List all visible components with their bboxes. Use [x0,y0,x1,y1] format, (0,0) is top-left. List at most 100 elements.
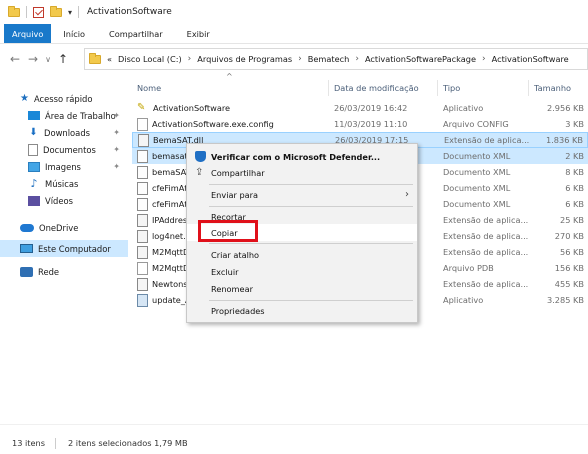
config-file-icon [137,117,148,131]
application-icon: ✎ [137,102,146,113]
navigation-bar: ← → ∨ ↑ « Disco Local (C:) › Arquivos de… [0,44,588,74]
navigation-pane: ★ Acesso rápido Área de Trabalho ✦ ⬇ Dow… [0,90,128,280]
dll-file-icon [138,133,149,147]
file-size: 455 KB [554,279,584,289]
file-type: Documento XML [443,151,511,161]
file-row[interactable]: ActivationSoftware.exe.config 11/03/2019… [132,116,588,132]
breadcrumb-activationsoftwarepackage[interactable]: ActivationSoftwarePackage [365,54,476,64]
file-type: Extensão de aplica... [444,135,530,145]
tab-arquivo[interactable]: Arquivo [4,24,52,43]
sidebar-item-label: Acesso rápido [33,93,93,104]
menu-item-label: Renomear [211,283,253,294]
sidebar-item-label: OneDrive [39,222,79,233]
chevron-right-icon: › [405,189,409,200]
file-size: 3.285 KB [546,295,584,305]
tab-exibir[interactable]: Exibir [175,24,222,43]
file-type: Extensão de aplica... [443,231,529,241]
address-overflow[interactable]: « [107,54,112,64]
file-size: 56 KB [559,247,584,257]
sidebar-item-musicas[interactable]: ♪ Músicas [0,175,128,192]
pin-icon: ✦ [113,128,120,137]
forward-arrow-icon[interactable]: → [24,52,42,66]
divider [78,6,80,18]
breadcrumb-activationsoftware[interactable]: ActivationSoftware [492,54,569,64]
pin-icon: ✦ [113,162,120,171]
chevron-right-icon[interactable]: › [355,54,359,64]
menu-separator [209,184,413,185]
share-icon: ⇪ [195,167,204,178]
customize-toolbar-icon[interactable]: ▾ [68,8,72,17]
recent-locations-chevron-icon[interactable]: ∨ [42,55,54,64]
highlight-box [198,220,258,242]
column-header-size[interactable]: Tamanho [534,80,571,96]
sidebar-item-acesso-rapido[interactable]: ★ Acesso rápido [0,90,128,107]
onedrive-icon [20,223,34,232]
sidebar-item-onedrive[interactable]: OneDrive [0,219,128,236]
menu-item-label: Verificar com o Microsoft Defender... [211,151,381,162]
sidebar-item-documentos[interactable]: Documentos ✦ [0,141,128,158]
column-header-type[interactable]: Tipo [443,80,460,96]
divider [26,6,27,18]
menu-item-label: Propriedades [211,305,265,316]
menu-item-criar-atalho[interactable]: Criar atalho [187,246,417,263]
file-row[interactable]: ✎ ActivationSoftware 26/03/2019 16:42 Apl… [132,100,588,116]
sidebar-item-rede[interactable]: Rede [0,263,128,280]
file-size: 2 KB [565,151,584,161]
breadcrumb-arquivos-de-programas[interactable]: Arquivos de Programas [197,54,292,64]
documents-icon [28,143,38,156]
download-icon: ⬇ [29,127,38,138]
file-type: Documento XML [443,199,511,209]
window-title: ActivationSoftware [87,7,172,17]
properties-check-icon[interactable] [33,6,44,18]
back-arrow-icon[interactable]: ← [6,52,24,66]
up-arrow-icon[interactable]: ↑ [54,52,72,66]
file-type: Aplicativo [443,295,484,305]
address-bar[interactable]: « Disco Local (C:) › Arquivos de Program… [84,48,588,70]
menu-item-label: Criar atalho [211,249,260,260]
file-size: 6 KB [565,199,584,209]
file-type: Documento XML [443,183,511,193]
sidebar-item-label: Imagens [45,161,81,172]
sidebar-item-downloads[interactable]: ⬇ Downloads ✦ [0,124,128,141]
star-icon: ★ [20,93,29,104]
menu-item-excluir[interactable]: Excluir [187,263,417,280]
column-header-name[interactable]: Nome [137,80,161,96]
sidebar-item-label: Vídeos [45,195,74,206]
file-type: Extensão de aplica... [443,247,529,257]
new-folder-icon[interactable] [50,5,62,17]
menu-item-renomear[interactable]: Renomear [187,280,417,297]
menu-separator [209,206,413,207]
chevron-right-icon[interactable]: › [188,54,192,64]
file-size: 1.836 KB [545,135,583,145]
column-divider[interactable] [328,80,329,96]
xml-file-icon [137,149,148,163]
breadcrumb-disco-local[interactable]: Disco Local (C:) [118,54,182,64]
folder-icon [8,5,20,17]
menu-item-enviar-para[interactable]: Enviar para › [187,186,417,203]
sidebar-item-videos[interactable]: Vídeos [0,192,128,209]
chevron-right-icon[interactable]: › [482,54,486,64]
sidebar-item-este-computador[interactable]: Este Computador [0,240,128,257]
menu-item-propriedades[interactable]: Propriedades [187,302,417,319]
status-bar: 13 itens 2 itens selecionados 1,79 MB [0,432,588,454]
file-type: Extensão de aplica... [443,215,529,225]
sidebar-item-area-de-trabalho[interactable]: Área de Trabalho ✦ [0,107,128,124]
chevron-right-icon[interactable]: › [298,54,302,64]
pdb-file-icon [137,261,148,275]
pc-icon [20,244,33,253]
tab-inicio[interactable]: Início [51,24,97,43]
file-type: Extensão de aplica... [443,279,529,289]
column-divider[interactable] [437,80,438,96]
menu-item-verificar-defender[interactable]: Verificar com o Microsoft Defender... [187,148,417,165]
sidebar-item-imagens[interactable]: Imagens ✦ [0,158,128,175]
menu-item-label: Excluir [211,266,239,277]
tab-compartilhar[interactable]: Compartilhar [97,24,175,43]
file-size: 6 KB [565,183,584,193]
folder-icon [89,52,101,64]
file-date: 11/03/2019 11:10 [334,119,408,129]
column-header-date[interactable]: Data de modificação [334,80,419,96]
menu-item-compartilhar[interactable]: ⇪ Compartilhar [187,164,417,181]
item-count: 13 itens [12,438,45,448]
column-divider[interactable] [528,80,529,96]
breadcrumb-bematech[interactable]: Bematech [308,54,350,64]
